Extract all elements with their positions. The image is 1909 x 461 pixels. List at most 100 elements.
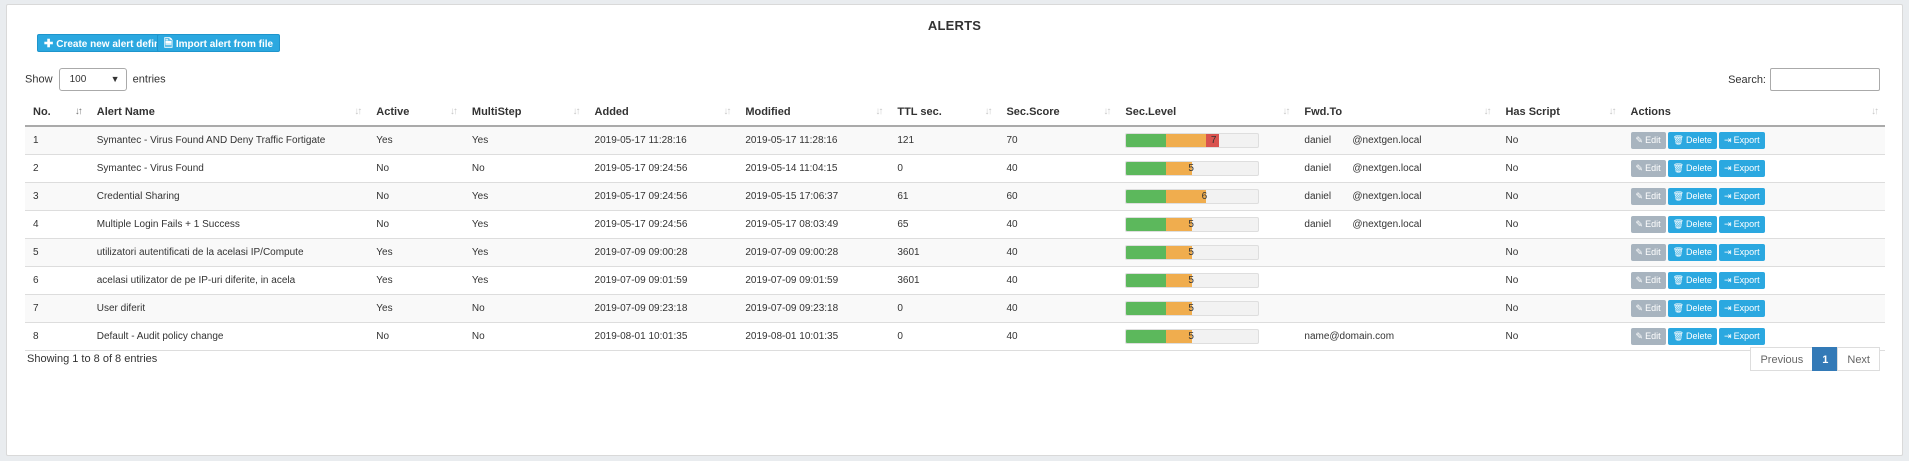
entries-select[interactable]: 100 ▼ [58,68,127,91]
edit-button-label: Edit [1645,219,1661,229]
sec-level-segment-orange [1165,190,1206,203]
cell-script: No [1497,182,1623,211]
search-input[interactable] [1770,68,1880,91]
trash-icon: 🗑 [1672,275,1685,285]
column-header[interactable]: Sec.Level ↓↑ [1117,99,1297,127]
edit-icon: ✎ [1635,163,1644,173]
export-button[interactable]: ⇥ Export [1719,328,1765,345]
column-header-label: No. [33,106,51,118]
cell-no: 1 [25,126,89,155]
delete-button[interactable]: 🗑 Delete [1667,328,1718,345]
export-button[interactable]: ⇥ Export [1719,300,1765,317]
trash-icon: 🗑 [1672,247,1685,257]
edit-button-label: Edit [1645,163,1661,173]
edit-button[interactable]: ✎ Edit [1630,244,1666,261]
edit-button[interactable]: ✎ Edit [1630,188,1666,205]
column-header-label: Alert Name [96,106,155,118]
fwd-domain: @nextgen.local [1352,163,1422,174]
cell-fwd: daniel @nextgen.local [1296,210,1498,239]
import-alert-button[interactable]: 🗎 Import alert from file [157,34,281,52]
page-1-button[interactable]: 1 [1812,347,1839,371]
export-button-label: Export [1733,331,1760,341]
cell-score: 60 [998,182,1118,211]
cell-actions: ✎ Edit 🗑 Delete ⇥ Export [1622,154,1885,183]
cell-ttl: 3601 [889,266,999,295]
cell-level: 6 [1117,182,1297,211]
export-button[interactable]: ⇥ Export [1719,272,1765,289]
trash-icon: 🗑 [1672,219,1685,229]
column-header[interactable]: Sec.Score ↓↑ [998,99,1118,127]
delete-button[interactable]: 🗑 Delete [1667,160,1718,177]
column-header[interactable]: Modified ↓↑ [737,99,890,127]
edit-button[interactable]: ✎ Edit [1630,216,1666,233]
cell-name: acelasi utilizator de pe IP-uri diferite… [88,266,369,295]
export-button-label: Export [1733,163,1760,173]
export-button[interactable]: ⇥ Export [1719,160,1765,177]
delete-button[interactable]: 🗑 Delete [1667,300,1718,317]
trash-icon: 🗑 [1672,135,1685,145]
cell-active: No [368,182,464,211]
cell-active: Yes [368,266,464,295]
column-header[interactable]: Fwd.To ↓↑ [1296,99,1498,127]
delete-button-label: Delete [1686,163,1713,173]
delete-button[interactable]: 🗑 Delete [1667,216,1718,233]
cell-level: 5 [1117,210,1297,239]
column-header[interactable]: Added ↓↑ [586,99,738,127]
entries-value: 100 [69,74,87,85]
cell-score: 40 [998,210,1118,239]
table-row: 3 Credential Sharing No Yes 2019-05-17 09:24… [25,182,1885,211]
cell-added: 2019-05-17 09:24:56 [586,182,738,211]
cell-modified: 2019-07-09 09:01:59 [737,266,890,295]
alerts-panel: ALERTS ✚ Create new alert definition 🗎 Imp… [6,4,1903,456]
edit-button[interactable]: ✎ Edit [1630,328,1666,345]
show-label: Show [25,73,53,86]
column-header[interactable]: No. ↓↑ [25,99,89,127]
cell-active: No [368,210,464,239]
sort-icon: ↓↑ [1608,106,1617,117]
cell-modified: 2019-07-09 09:00:28 [737,238,890,267]
sort-icon: ↓↑ [723,106,731,117]
export-button[interactable]: ⇥ Export [1719,244,1765,261]
export-button[interactable]: ⇥ Export [1719,132,1765,149]
column-header-label: Fwd.To [1304,106,1343,118]
export-button-label: Export [1733,219,1760,229]
export-icon: ⇥ [1724,135,1732,145]
table-row: 6 acelasi utilizator de pe IP-uri diferit… [25,266,1885,295]
edit-button-label: Edit [1645,275,1661,285]
edit-button[interactable]: ✎ Edit [1630,160,1666,177]
sec-level-bar: 6 [1125,189,1260,204]
column-header[interactable]: Actions ↓↑ [1622,99,1885,127]
sec-level-segment-green [1126,302,1166,315]
delete-button[interactable]: 🗑 Delete [1667,188,1718,205]
export-button[interactable]: ⇥ Export [1719,216,1765,233]
cell-level: 7 [1117,126,1297,155]
edit-button[interactable]: ✎ Edit [1630,300,1666,317]
export-icon: ⇥ [1724,219,1732,229]
sec-level-segment-green [1126,274,1166,287]
sec-level-bar: 5 [1125,301,1260,316]
cell-fwd: daniel @nextgen.local [1296,154,1498,183]
column-header[interactable]: Has Script ↓↑ [1497,99,1623,127]
cell-ttl: 61 [889,182,999,211]
column-header[interactable]: Alert Name ↓↑ [88,99,369,127]
cell-script: No [1497,126,1623,155]
edit-button[interactable]: ✎ Edit [1630,272,1666,289]
delete-button[interactable]: 🗑 Delete [1667,244,1718,261]
delete-button[interactable]: 🗑 Delete [1667,132,1718,149]
cell-actions: ✎ Edit 🗑 Delete ⇥ Export [1622,126,1885,155]
column-header-label: TTL sec. [897,106,942,118]
column-header[interactable]: MultiStep ↓↑ [463,99,587,127]
sec-level-segment-green [1126,134,1166,147]
delete-button[interactable]: 🗑 Delete [1667,272,1718,289]
column-header[interactable]: Active ↓↑ [368,99,464,127]
cell-no: 6 [25,266,89,295]
table-info: Showing 1 to 8 of 8 entries [27,353,158,365]
previous-button[interactable]: Previous [1750,347,1814,371]
column-header[interactable]: TTL sec. ↓↑ [889,99,999,127]
cell-name: Default - Audit policy change [88,322,369,351]
edit-button[interactable]: ✎ Edit [1630,132,1666,149]
export-icon: ⇥ [1724,163,1732,173]
next-button[interactable]: Next [1837,347,1880,371]
export-button[interactable]: ⇥ Export [1719,188,1765,205]
cell-actions: ✎ Edit 🗑 Delete ⇥ Export [1622,182,1885,211]
